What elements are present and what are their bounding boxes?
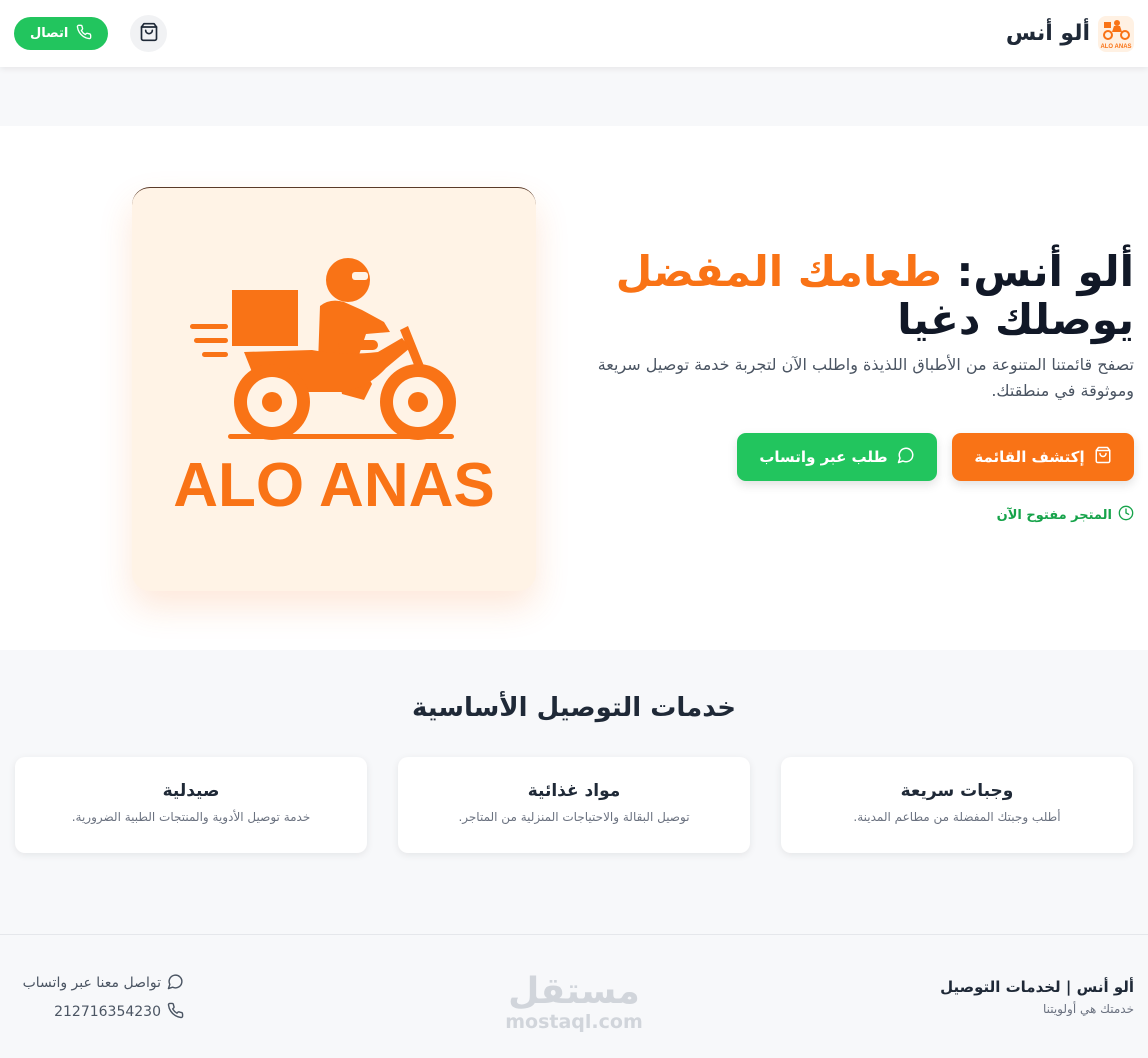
phone-icon	[76, 24, 92, 44]
hero-section: ألو أنس: طعامك المفضل يوصلك دغيا تصفح قا…	[0, 126, 1148, 650]
shopping-bag-icon	[139, 22, 159, 46]
explore-menu-button[interactable]: إكتشف القائمة	[952, 433, 1134, 481]
services-title: خدمات التوصيل الأساسية	[412, 693, 736, 723]
footer-whatsapp-link[interactable]: تواصل معنا عبر واتساب	[14, 972, 184, 994]
hero-image-text: ALO ANAS	[173, 451, 494, 520]
service-card-groceries[interactable]: مواد غذائية توصيل البقالة والاحتياجات ال…	[398, 757, 750, 853]
store-status: المتجر مفتوح الآن	[997, 505, 1134, 525]
brand-logo: ALO ANAS	[1098, 15, 1134, 52]
footer-brand-block: ألو أنس | لخدمات التوصيل خدمتك هي أولويت…	[940, 978, 1134, 1016]
shopping-bag-icon	[1094, 446, 1112, 468]
footer-divider	[0, 934, 1148, 935]
message-circle-icon	[897, 446, 915, 468]
site-header: ALO ANAS ألو أنس اتصال	[0, 0, 1148, 67]
cart-button[interactable]	[130, 15, 168, 52]
watermark-arabic: مستقل	[508, 971, 640, 1012]
header-actions: اتصال	[14, 15, 168, 52]
explore-menu-label: إكتشف القائمة	[974, 448, 1085, 466]
brand-name: ألو أنس	[1005, 21, 1090, 46]
watermark-latin: mostaql.com	[505, 1011, 643, 1033]
hero-title: ألو أنس: طعامك المفضل يوصلك دغيا	[594, 248, 1134, 344]
service-card-description: أطلب وجبتك المفضلة من مطاعم المدينة.	[853, 810, 1061, 824]
clock-icon	[1118, 505, 1134, 525]
service-card-description: خدمة توصيل الأدوية والمنتجات الطبية الضر…	[71, 810, 311, 824]
hero-title-prefix: ألو أنس:	[941, 247, 1134, 296]
service-card-description: توصيل البقالة والاحتياجات المنزلية من ال…	[458, 810, 690, 824]
brand[interactable]: ALO ANAS ألو أنس	[1005, 15, 1134, 52]
service-card-title: مواد غذائية	[527, 781, 621, 801]
hero-title-accent: طعامك المفضل	[615, 247, 942, 296]
service-card-title: صيدلية	[162, 781, 220, 801]
delivery-motorbike-illustration: ALO ANAS	[173, 258, 495, 520]
phone-icon	[167, 1002, 184, 1023]
hero-description: تصفح قائمتنا المتنوعة من الأطباق اللذيذة…	[597, 355, 1134, 400]
hero-title-suffix: يوصلك دغيا	[897, 295, 1134, 344]
footer-tagline: خدمتك هي أولويتنا	[1042, 1002, 1134, 1016]
hero-image: ALO ANAS	[132, 187, 536, 591]
call-button-label: اتصال	[30, 26, 69, 41]
service-card-pharmacy[interactable]: صيدلية خدمة توصيل الأدوية والمنتجات الطب…	[15, 757, 367, 853]
hero-buttons: إكتشف القائمة طلب عبر واتساب	[737, 433, 1134, 481]
store-status-text: المتجر مفتوح الآن	[996, 507, 1112, 523]
footer-whatsapp-text: تواصل معنا عبر واتساب	[22, 975, 161, 991]
whatsapp-order-label: طلب عبر واتساب	[759, 448, 888, 466]
call-button[interactable]: اتصال	[14, 17, 109, 50]
service-card-title: وجبات سريعة	[900, 781, 1014, 801]
service-card-fast-food[interactable]: وجبات سريعة أطلب وجبتك المفضلة من مطاعم …	[781, 757, 1133, 853]
message-circle-icon	[167, 973, 184, 994]
footer-brand: ألو أنس | لخدمات التوصيل	[940, 978, 1134, 996]
footer-contact: تواصل معنا عبر واتساب 212716354230	[14, 972, 184, 1023]
brand-logo-text: ALO ANAS	[1100, 44, 1131, 50]
watermark: مستقل mostaql.com	[503, 971, 645, 1033]
footer-phone-number: 212716354230	[54, 1004, 161, 1020]
footer-phone-link[interactable]: 212716354230	[14, 1001, 184, 1023]
whatsapp-order-button[interactable]: طلب عبر واتساب	[737, 433, 937, 481]
